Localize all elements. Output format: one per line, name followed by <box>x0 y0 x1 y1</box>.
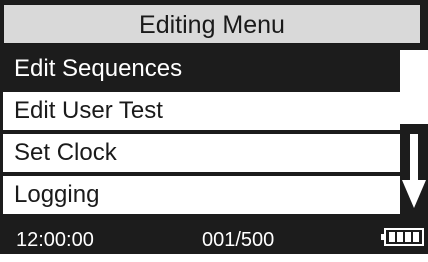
clock-time: 12:00:00 <box>16 229 94 251</box>
battery-icon <box>381 228 424 246</box>
scroll-indicator[interactable] <box>400 50 428 214</box>
menu-title: Editing Menu <box>3 4 421 44</box>
lcd-screen: Editing Menu Edit Sequences Edit User Te… <box>0 0 428 254</box>
menu-item-edit-sequences[interactable]: Edit Sequences <box>3 50 400 88</box>
menu-item-label: Logging <box>14 181 100 208</box>
menu-item-set-clock[interactable]: Set Clock <box>3 134 400 172</box>
menu-item-label: Set Clock <box>14 139 117 166</box>
arrow-down-icon <box>400 124 428 214</box>
menu-item-logging[interactable]: Logging <box>3 176 400 214</box>
menu-item-label: Edit Sequences <box>14 55 183 82</box>
menu-list: Edit Sequences Edit User Test Set Clock … <box>3 50 400 214</box>
menu-item-label: Edit User Test <box>14 97 163 124</box>
menu-item-edit-user-test[interactable]: Edit User Test <box>3 92 400 130</box>
status-bar: 12:00:00 001/500 <box>0 218 428 254</box>
sequence-count: 001/500 <box>202 229 275 251</box>
